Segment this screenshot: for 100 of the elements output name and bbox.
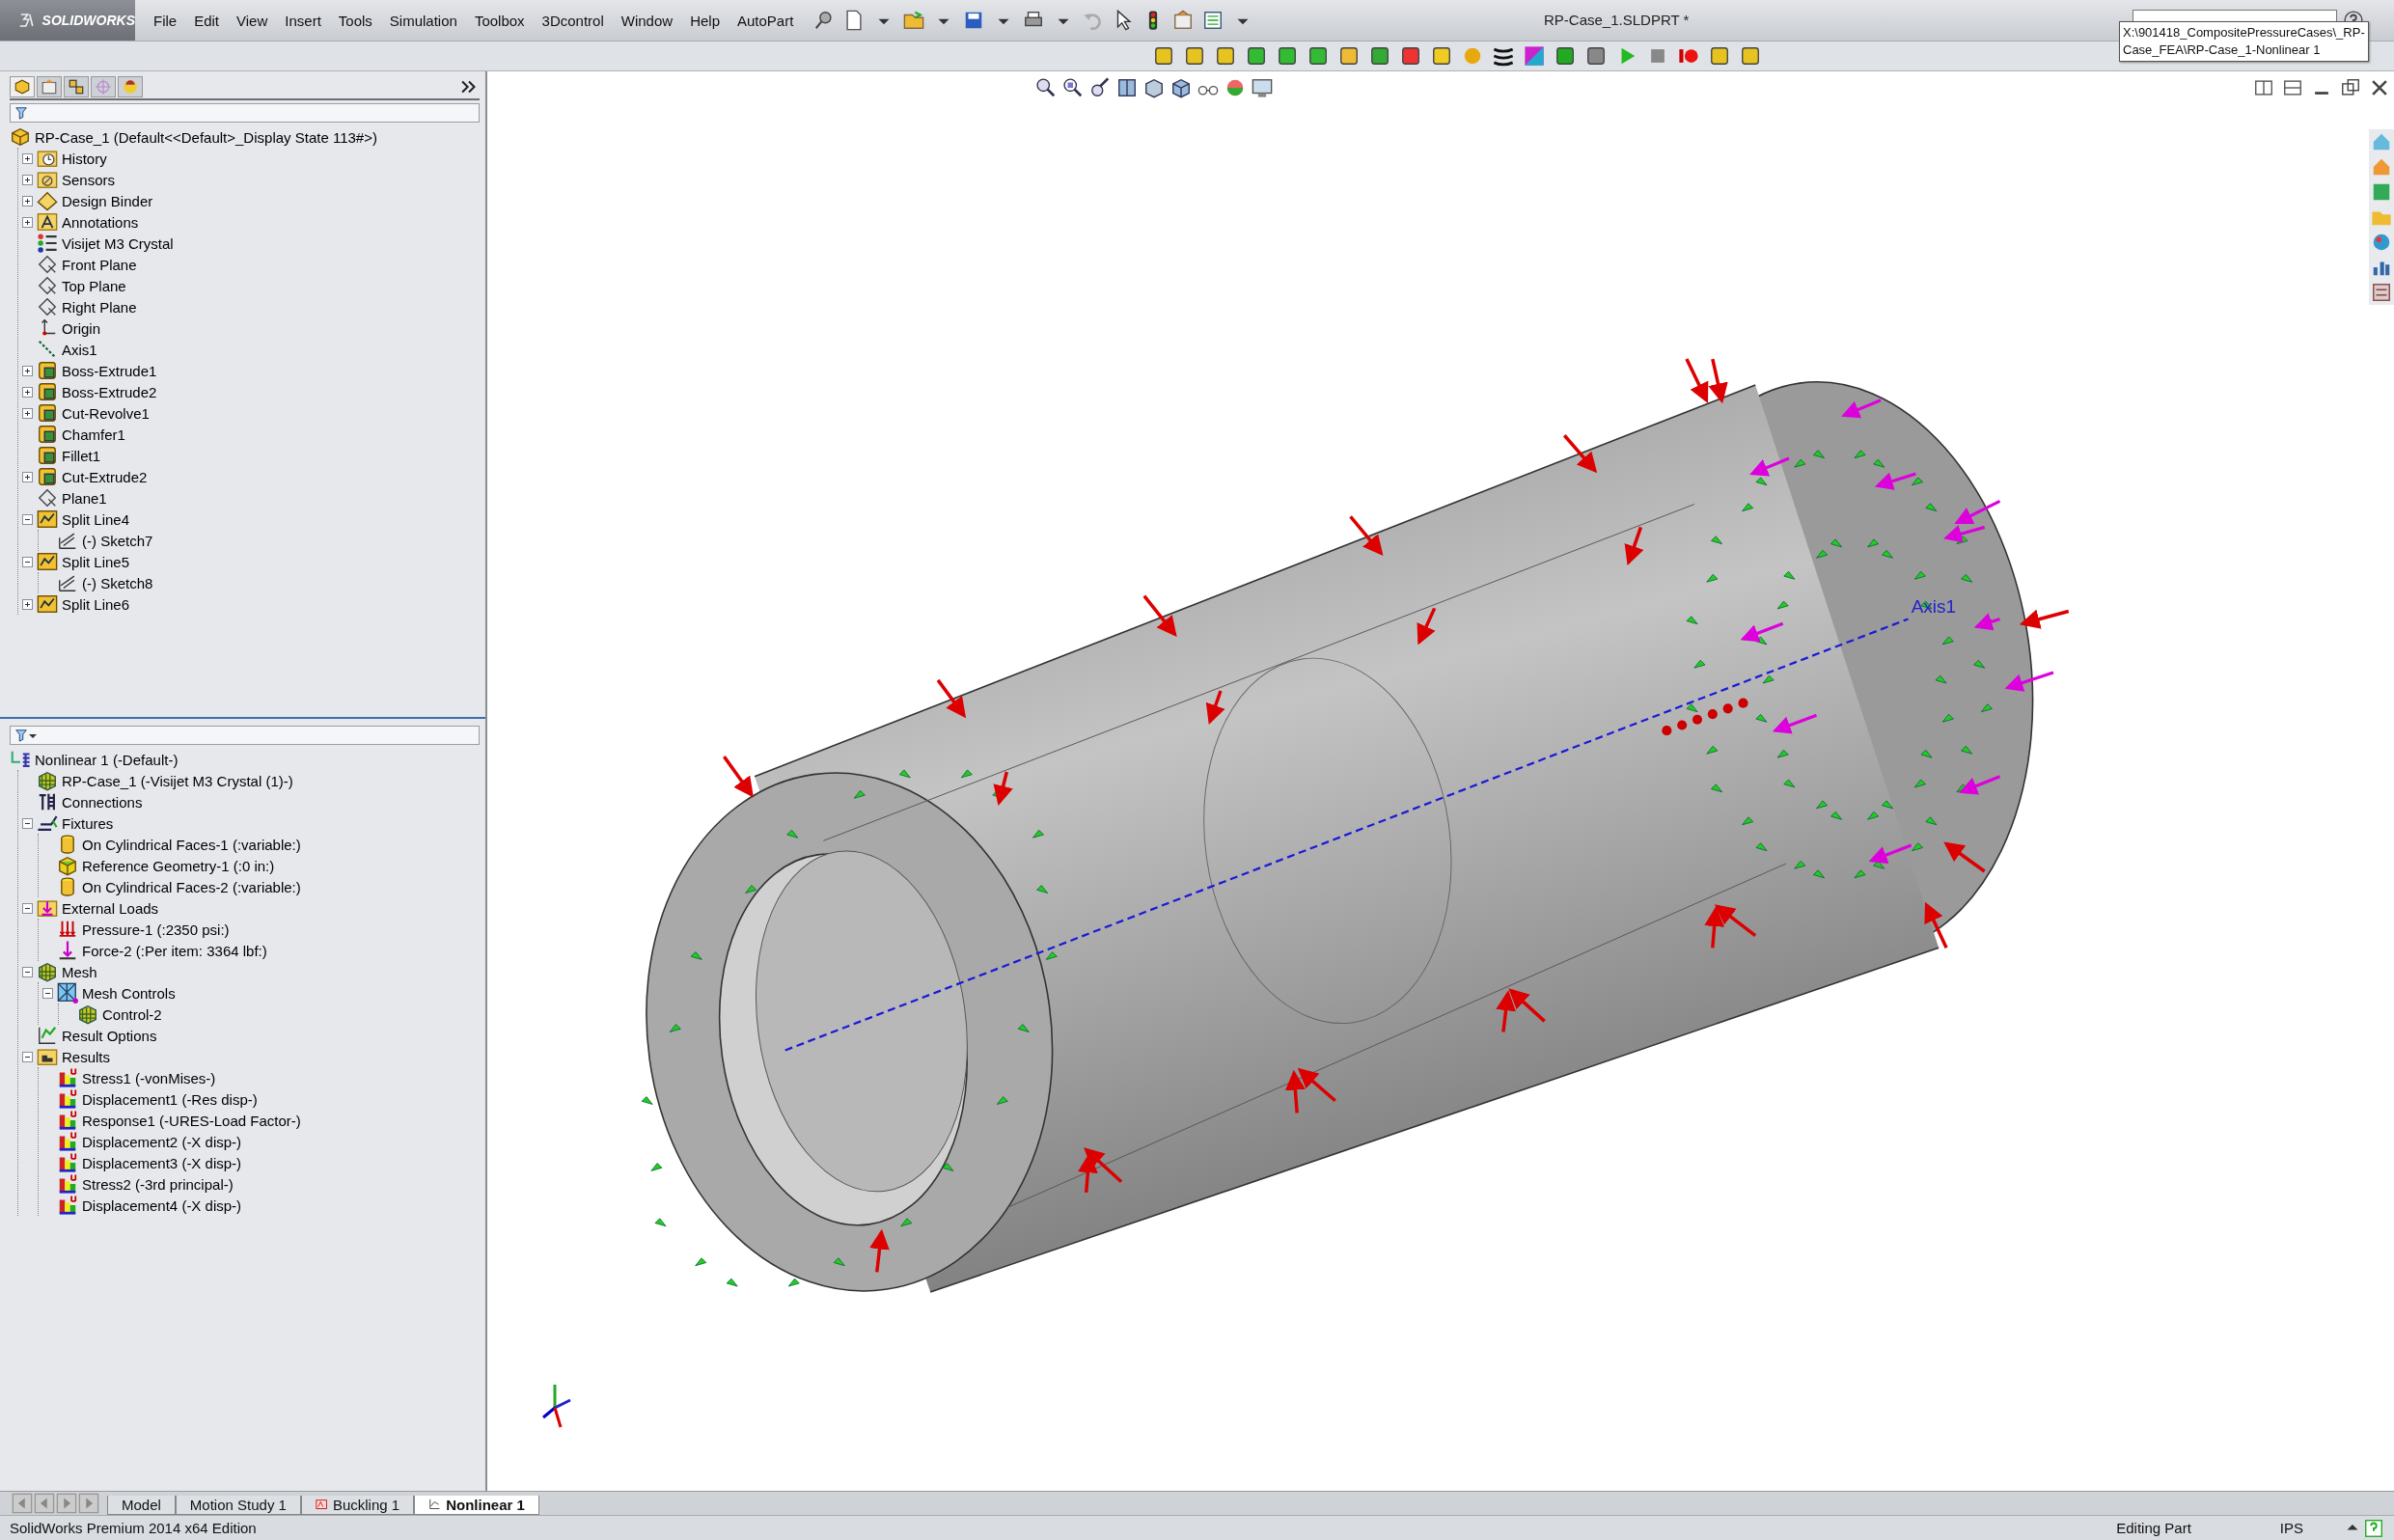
tree-root[interactable]: Nonlinear 1 (-Default-) [35, 751, 179, 768]
expand-toggle[interactable] [22, 407, 33, 419]
tree-item[interactable]: On Cylindrical Faces-2 (:variable:) [82, 878, 301, 895]
part-tree-tab[interactable] [10, 76, 35, 97]
expand-toggle[interactable] [22, 365, 33, 376]
menu-item[interactable]: AutoPart [729, 8, 803, 33]
study-tab[interactable]: Motion Study 1 [175, 1496, 301, 1515]
section-icon[interactable] [1116, 77, 1138, 98]
zoom-area-icon[interactable] [1062, 77, 1084, 98]
tree-item[interactable]: Cut-Extrude2 [62, 468, 148, 485]
tree-item[interactable]: Displacement3 (-X disp-) [82, 1154, 242, 1171]
tree-item[interactable]: Visijet M3 Crystal [62, 234, 174, 252]
tree-item[interactable]: Axis1 [62, 341, 97, 358]
tree-item[interactable]: Chamfer1 [62, 426, 125, 443]
tree-item[interactable]: Displacement1 (-Res disp-) [82, 1090, 258, 1108]
tree-item[interactable]: Results [62, 1048, 111, 1065]
tree-item[interactable]: RP-Case_1 (-Visijet M3 Crystal (1)-) [62, 772, 293, 789]
menu-item[interactable]: File [145, 8, 186, 33]
collapse-toggle[interactable] [22, 902, 33, 914]
folder-icon[interactable] [903, 10, 925, 31]
collapse-toggle[interactable] [22, 513, 33, 525]
tree-item[interactable]: Mesh Controls [82, 984, 176, 1002]
tree-item[interactable]: Boss-Extrude1 [62, 362, 157, 379]
tree-item[interactable]: Displacement2 (-X disp-) [82, 1133, 242, 1150]
filter-field[interactable] [10, 103, 480, 123]
tree-item[interactable]: Right Plane [62, 298, 137, 316]
menu-item[interactable]: Toolbox [465, 8, 534, 33]
sphere-icon[interactable] [1225, 77, 1246, 98]
menu-item[interactable]: Window [612, 8, 682, 33]
tree-root[interactable]: RP-Case_1 (Default<<Default>_Display State 113#>) [35, 128, 377, 146]
tree-item[interactable]: Split Line5 [62, 553, 130, 570]
cube-icon[interactable] [1143, 77, 1165, 98]
restore-icon[interactable] [2340, 77, 2361, 98]
tree-item[interactable]: Reference Geometry-1 (:0 in:) [82, 857, 275, 874]
menu-item[interactable]: View [228, 8, 277, 33]
expand-toggle[interactable] [22, 216, 33, 228]
tree-item[interactable]: Pressure-1 (:2350 psi:) [82, 921, 230, 938]
tree-item[interactable]: Cut-Revolve1 [62, 404, 150, 422]
collapse-toggle[interactable] [22, 966, 33, 977]
monitor-icon[interactable] [1252, 77, 1273, 98]
tree-item[interactable]: Split Line4 [62, 510, 130, 528]
tree-item[interactable]: Boss-Extrude2 [62, 383, 157, 400]
collapse-toggle[interactable] [42, 987, 53, 999]
tree-item[interactable]: External Loads [62, 899, 159, 917]
tree-item[interactable]: Plane1 [62, 489, 107, 507]
config-tab[interactable] [64, 76, 89, 97]
menu-item[interactable]: Insert [276, 8, 330, 33]
expand-toggle[interactable] [22, 174, 33, 185]
tree-item[interactable]: Fillet1 [62, 447, 100, 464]
tree-item[interactable]: Connections [62, 793, 143, 811]
collapse-toggle[interactable] [22, 1051, 33, 1062]
tree-item[interactable]: (-) Sketch7 [82, 532, 153, 549]
menu-item[interactable]: 3Dcontrol [533, 8, 613, 33]
tree-item[interactable]: Sensors [62, 171, 116, 188]
expand-toggle[interactable] [22, 195, 33, 206]
expand-toggle[interactable] [22, 471, 33, 482]
list-icon[interactable] [1202, 10, 1225, 31]
tree-item[interactable]: Response1 (-URES-Load Factor-) [82, 1112, 301, 1129]
tree-item[interactable]: Split Line6 [62, 595, 130, 613]
options-icon[interactable] [1172, 10, 1195, 31]
tree-item[interactable]: Origin [62, 319, 100, 337]
menu-item[interactable]: Help [681, 8, 729, 33]
tree-item[interactable]: Force-2 (:Per item: 3364 lbf:) [82, 942, 267, 959]
stripes-icon[interactable] [1493, 45, 1514, 67]
filter-field[interactable] [10, 726, 480, 745]
collapse-toggle[interactable] [22, 817, 33, 829]
tree-item[interactable]: Annotations [62, 213, 139, 231]
menu-item[interactable]: Edit [185, 8, 229, 33]
tree-item[interactable]: Displacement4 (-X disp-) [82, 1196, 242, 1214]
study-tab[interactable]: Model [107, 1496, 176, 1515]
gradient-icon[interactable] [1524, 45, 1545, 67]
tree-item[interactable]: Result Options [62, 1027, 157, 1044]
expand-toggle[interactable] [22, 152, 33, 164]
zoom-icon[interactable] [1035, 77, 1057, 98]
tile-icon[interactable] [2282, 77, 2303, 98]
study-tab[interactable]: Nonlinear 1 [414, 1496, 539, 1515]
palette-icon[interactable] [2371, 232, 2392, 253]
logo-plate[interactable]: SOLIDWORKS [0, 0, 135, 41]
tree-item[interactable]: Stress1 (-vonMises-) [82, 1069, 216, 1086]
magnifier-icon[interactable] [1089, 77, 1111, 98]
appearance-tab[interactable] [118, 76, 143, 97]
list-icon[interactable] [2371, 282, 2392, 303]
tree-item[interactable]: Fixtures [62, 814, 114, 832]
tree-item[interactable]: Top Plane [62, 277, 126, 294]
expand-toggle[interactable] [22, 598, 33, 610]
tree-item[interactable]: Control-2 [102, 1005, 162, 1023]
tree-item[interactable]: (-) Sketch8 [82, 574, 153, 591]
menu-item[interactable]: Tools [329, 8, 381, 33]
collapse-toggle[interactable] [22, 556, 33, 567]
tree-item[interactable]: Design Binder [62, 192, 153, 209]
units-selector[interactable]: IPS [2279, 1520, 2303, 1536]
expand-toggle[interactable] [22, 386, 33, 398]
menu-item[interactable]: Simulation [380, 8, 466, 33]
study-tab[interactable]: Buckling 1 [300, 1496, 415, 1515]
cube-icon[interactable] [1170, 77, 1192, 98]
property-tab[interactable] [37, 76, 62, 97]
tree-item[interactable]: On Cylindrical Faces-1 (:variable:) [82, 836, 301, 853]
tile-icon[interactable] [2253, 77, 2274, 98]
tree-item[interactable]: Front Plane [62, 256, 137, 273]
tree-item[interactable]: History [62, 150, 107, 167]
